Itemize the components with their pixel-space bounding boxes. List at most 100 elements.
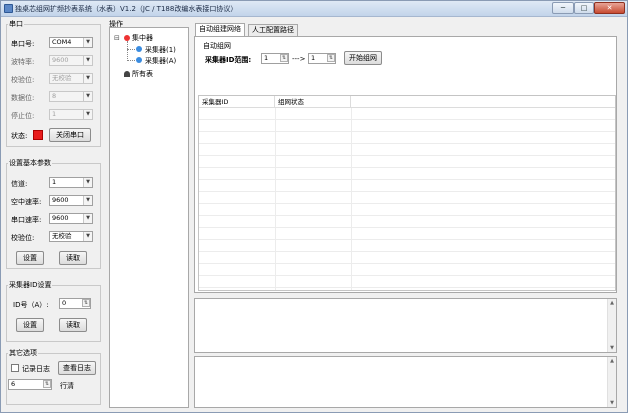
baud-select[interactable]: 9600 ▼	[49, 55, 93, 66]
air-rate-select[interactable]: 9600 ▼	[49, 195, 93, 206]
device-tree[interactable]: ⊟ 集中器 采集器(1) 采集器(A) 所有表	[109, 27, 189, 408]
minimize-button[interactable]: ─	[552, 2, 574, 14]
status-label: 状态:	[11, 132, 28, 140]
device-read-button[interactable]: 读取	[59, 251, 87, 265]
device-parity-select[interactable]: 无校验 ▼	[49, 231, 93, 242]
stopbits-label: 停止位:	[11, 112, 35, 120]
maximize-button[interactable]: □	[574, 2, 594, 14]
air-rate-label: 空中速率:	[11, 198, 42, 206]
range-label: 采集器ID范围:	[205, 56, 252, 64]
tree-all-meters[interactable]: 所有表	[132, 69, 153, 79]
range-start-value: 1	[264, 54, 269, 62]
tree-child-2[interactable]: 采集器(A)	[145, 56, 176, 66]
scrollbar[interactable]: ▲ ▼	[607, 299, 616, 352]
close-button[interactable]: ✕	[594, 2, 625, 14]
message-box[interactable]: ▲ ▼	[194, 298, 617, 353]
collector-grid[interactable]: 采集器ID 组网状态	[198, 95, 616, 291]
baud-label: 波特率:	[11, 58, 35, 66]
table-row[interactable]	[199, 252, 615, 264]
tree-line	[127, 49, 135, 50]
scroll-down-icon[interactable]: ▼	[608, 344, 616, 352]
port-rate-label: 串口速率:	[11, 216, 42, 224]
parity-select[interactable]: 无校验 ▼	[49, 73, 93, 84]
databits-label: 数据位:	[11, 94, 35, 102]
baud-value: 9600	[52, 56, 69, 64]
databits-value: 8	[52, 92, 57, 100]
collector-icon	[136, 46, 142, 52]
grid-col-id[interactable]: 采集器ID	[199, 96, 275, 108]
chevron-down-icon[interactable]: ▼	[83, 178, 92, 187]
range-separator: --->	[292, 55, 306, 63]
chevron-down-icon[interactable]: ▼	[83, 214, 92, 223]
grid-column-divider	[275, 108, 276, 290]
table-row[interactable]	[199, 204, 615, 216]
main-window: 独桌芯组网扩频抄表系统（水表）V1.2（JC / T188改编水表接口协议） ─…	[0, 0, 628, 413]
table-row[interactable]	[199, 264, 615, 276]
spinner-icon[interactable]: ⇅	[280, 54, 288, 62]
log-box[interactable]: ▲ ▼	[194, 356, 617, 408]
table-row[interactable]	[199, 240, 615, 252]
chevron-down-icon[interactable]: ▼	[83, 38, 92, 47]
start-network-button[interactable]: 开始组网	[344, 51, 382, 65]
table-row[interactable]	[199, 180, 615, 192]
scroll-up-icon[interactable]: ▲	[608, 357, 616, 365]
close-port-button[interactable]: 关闭串口	[49, 128, 91, 142]
parity-value: 无校验	[52, 74, 72, 82]
grid-col-status[interactable]: 组网状态	[275, 96, 351, 108]
device-set-button[interactable]: 设置	[16, 251, 44, 265]
tree-line	[127, 60, 135, 61]
chevron-down-icon[interactable]: ▼	[83, 196, 92, 205]
tab-auto-network[interactable]: 自动组建网络	[195, 23, 245, 36]
tree-child-1[interactable]: 采集器(1)	[145, 45, 176, 55]
id-value: 0	[62, 299, 67, 307]
scrollbar[interactable]: ▲ ▼	[607, 357, 616, 407]
table-row[interactable]	[199, 216, 615, 228]
spinner-icon[interactable]: ⇅	[327, 54, 335, 62]
table-row[interactable]	[199, 276, 615, 288]
chevron-down-icon[interactable]: ▼	[83, 56, 92, 65]
auto-network-section: 自动组网	[203, 42, 231, 50]
table-row[interactable]	[199, 108, 615, 120]
table-row[interactable]	[199, 192, 615, 204]
chevron-down-icon[interactable]: ▼	[83, 110, 92, 119]
stopbits-select[interactable]: 1 ▼	[49, 109, 93, 120]
expand-icon[interactable]: ⊟	[114, 34, 120, 42]
chevron-down-icon[interactable]: ▼	[83, 74, 92, 83]
port-rate-value: 9600	[52, 214, 69, 222]
port-label: 串口号:	[11, 40, 35, 48]
log-checkbox[interactable]	[11, 364, 19, 372]
tab-manual-path[interactable]: 人工配置路径	[248, 24, 298, 36]
app-icon	[4, 4, 13, 13]
tree-line	[127, 41, 128, 59]
range-end-value: 1	[311, 54, 316, 62]
scroll-up-icon[interactable]: ▲	[608, 299, 616, 307]
databits-select[interactable]: 8 ▼	[49, 91, 93, 102]
table-row[interactable]	[199, 228, 615, 240]
collector-icon	[136, 57, 142, 63]
table-row[interactable]	[199, 168, 615, 180]
collector-read-button[interactable]: 读取	[59, 318, 87, 332]
collector-id-group	[6, 285, 101, 342]
rows-label: 行清	[60, 382, 74, 390]
chevron-down-icon[interactable]: ▼	[83, 92, 92, 101]
collector-set-button[interactable]: 设置	[16, 318, 44, 332]
spinner-icon[interactable]: ⇅	[43, 380, 51, 388]
parity-label: 校验位:	[11, 76, 35, 84]
table-row[interactable]	[199, 144, 615, 156]
view-log-button[interactable]: 查看日志	[58, 361, 96, 375]
scroll-down-icon[interactable]: ▼	[608, 399, 616, 407]
channel-select[interactable]: 1 ▼	[49, 177, 93, 188]
log-checkbox-label: 记录日志	[22, 365, 50, 373]
device-parity-value: 无校验	[52, 232, 72, 240]
grid-header: 采集器ID 组网状态	[199, 96, 615, 108]
grid-column-divider	[351, 108, 352, 290]
port-rate-select[interactable]: 9600 ▼	[49, 213, 93, 224]
tree-root[interactable]: 集中器	[132, 33, 153, 43]
device-params-label: 设置基本参数	[8, 158, 52, 168]
spinner-icon[interactable]: ⇅	[82, 299, 90, 307]
table-row[interactable]	[199, 132, 615, 144]
table-row[interactable]	[199, 156, 615, 168]
chevron-down-icon[interactable]: ▼	[83, 232, 92, 241]
port-select[interactable]: COM4 ▼	[49, 37, 93, 48]
table-row[interactable]	[199, 120, 615, 132]
